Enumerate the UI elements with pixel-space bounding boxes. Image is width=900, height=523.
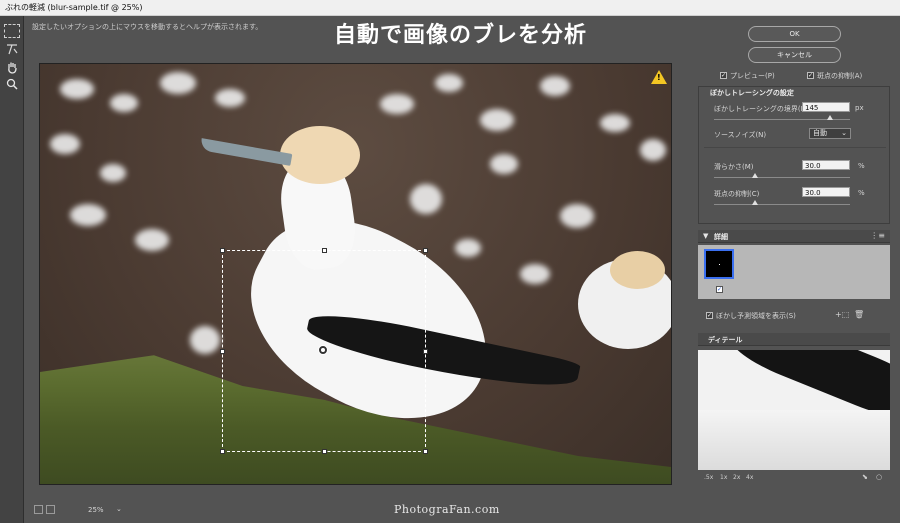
artifact-supp-slider-knob[interactable] xyxy=(751,200,758,205)
noise-select[interactable]: 自動 ⌄ xyxy=(809,128,851,139)
zoom-level[interactable]: 25% xyxy=(88,506,104,514)
chevron-down-icon: ⌄ xyxy=(841,129,847,137)
bg-bird xyxy=(70,204,106,226)
bg-bird xyxy=(490,154,518,174)
detail-title: ディテール xyxy=(708,336,743,344)
bg-bird xyxy=(215,89,245,107)
artifact-supp-slider[interactable] xyxy=(714,204,850,205)
bg-bird xyxy=(455,239,481,257)
status-bar: 25% ⌄ PhotograFan.com xyxy=(24,500,692,523)
region-handle[interactable] xyxy=(322,248,327,253)
bg-bird xyxy=(600,114,630,132)
bg-bird xyxy=(435,74,463,92)
settings-icon[interactable]: ○ xyxy=(876,473,882,481)
noise-label: ソースノイズ(N) xyxy=(714,131,767,139)
settings-panel: OK キャンセル ✓ プレビュー(P) ✓ 斑点の抑制(A) ぼかしトレーシング… xyxy=(692,16,900,523)
cancel-button[interactable]: キャンセル xyxy=(748,47,841,63)
detail-feather-lower xyxy=(698,410,890,470)
detail-zoom-4x[interactable]: 4x xyxy=(746,474,753,481)
chevron-down-icon[interactable]: ⌄ xyxy=(116,505,122,513)
artifact-label: 斑点の抑制(A) xyxy=(817,72,863,80)
blur-trace-title: ぼかしトレーシングの設定 xyxy=(710,89,794,97)
region-handle[interactable] xyxy=(220,248,225,253)
advanced-header[interactable]: ▼ 詳細 ⋮≡ xyxy=(698,230,890,243)
artifact-supp-unit: % xyxy=(858,189,865,197)
zoom-icon[interactable] xyxy=(4,77,20,91)
warning-icon[interactable]: ! xyxy=(651,70,667,84)
preview-label: プレビュー(P) xyxy=(730,72,775,80)
kernel-checkbox[interactable]: ✓ xyxy=(716,286,723,293)
detail-loupe[interactable] xyxy=(698,350,890,470)
bg-bird xyxy=(410,184,442,214)
detail-zoom-2x[interactable]: 2x xyxy=(733,474,740,481)
bg-bird xyxy=(520,264,550,284)
bounds-unit: px xyxy=(855,104,864,112)
tool-panel xyxy=(0,16,24,523)
bg-bird xyxy=(640,139,666,161)
image-canvas[interactable]: ! xyxy=(39,63,672,485)
smoothing-input[interactable]: 30.0 xyxy=(802,160,850,170)
blur-trace-list: ✓ xyxy=(698,245,890,299)
bg-bird xyxy=(380,94,414,114)
region-handle[interactable] xyxy=(423,349,428,354)
hand-icon[interactable] xyxy=(4,60,20,74)
artifact-checkbox[interactable]: ✓ xyxy=(807,72,814,79)
trash-icon[interactable]: 🗑 xyxy=(854,310,864,319)
overlay-caption: 自動で画像のブレを分析 xyxy=(334,23,588,48)
marquee-icon[interactable] xyxy=(4,24,20,38)
bg-bird xyxy=(160,72,196,94)
region-handle[interactable] xyxy=(322,449,327,454)
bg-bird xyxy=(100,164,126,182)
window-title: ぶれの軽減 (blur-sample.tif @ 25%) xyxy=(5,3,143,12)
preview-checkbox[interactable]: ✓ xyxy=(720,72,727,79)
actual-pixels-icon[interactable] xyxy=(46,505,55,514)
smoothing-slider-knob[interactable] xyxy=(751,173,758,178)
artifact-supp-label: 斑点の抑制(C) xyxy=(714,190,760,198)
region-handle[interactable] xyxy=(220,349,225,354)
enhance-icon[interactable]: ⬊ xyxy=(862,473,868,481)
smoothing-slider[interactable] xyxy=(714,177,850,178)
help-text: 設定したいオプションの上にマウスを移動するとヘルプが表示されます。 xyxy=(32,23,263,31)
bounds-label: ぼかしトレーシングの境界(B) xyxy=(714,105,809,113)
window-titlebar: ぶれの軽減 (blur-sample.tif @ 25%) xyxy=(0,0,900,16)
bg-bird xyxy=(540,76,570,96)
bg-bird xyxy=(135,229,169,251)
artifact-supp-input[interactable]: 30.0 xyxy=(802,187,850,197)
detail-zoom-1x[interactable]: 1x xyxy=(720,474,727,481)
bg-bird xyxy=(60,79,94,99)
region-handle[interactable] xyxy=(423,449,428,454)
blur-kernel-thumbnail[interactable] xyxy=(704,249,734,279)
bg-bird xyxy=(110,94,138,112)
bg-bird xyxy=(190,326,220,354)
bg-bird xyxy=(480,109,514,131)
detail-zoom-half[interactable]: .5x xyxy=(704,474,713,481)
smoothing-unit: % xyxy=(858,162,865,170)
show-estimation-checkbox[interactable]: ✓ xyxy=(706,312,713,319)
bounds-input[interactable]: 145 xyxy=(802,102,850,112)
ok-button[interactable]: OK xyxy=(748,26,841,42)
bounds-slider-knob[interactable] xyxy=(826,115,833,120)
blur-trace-icon[interactable] xyxy=(4,42,20,56)
chevron-down-icon[interactable]: ▼ xyxy=(703,232,708,240)
second-gannet-head xyxy=(610,251,665,289)
region-handle[interactable] xyxy=(220,449,225,454)
detail-header: ディテール xyxy=(698,333,890,346)
region-handle[interactable] xyxy=(423,248,428,253)
region-center-pin[interactable] xyxy=(318,345,328,355)
bg-bird xyxy=(50,134,80,154)
bg-bird xyxy=(560,204,594,228)
show-estimation-label: ぼかし予測領域を表示(S) xyxy=(716,312,796,320)
advanced-title: 詳細 xyxy=(714,233,728,241)
add-trace-icon[interactable]: +⬚ xyxy=(835,310,849,319)
panel-menu-icon[interactable]: ⋮≡ xyxy=(870,231,885,240)
fit-view-icon[interactable] xyxy=(34,505,43,514)
smoothing-label: 滑らかさ(M) xyxy=(714,163,754,171)
watermark: PhotograFan.com xyxy=(394,503,500,516)
divider xyxy=(704,147,886,148)
